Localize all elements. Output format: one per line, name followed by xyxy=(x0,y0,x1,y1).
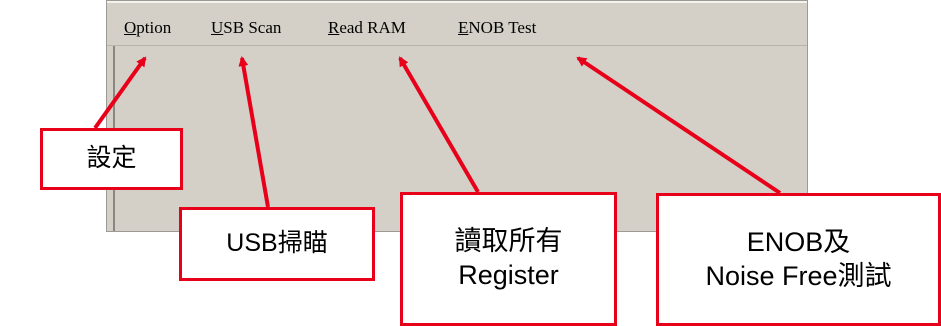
menu-enob-test-label: NOB Test xyxy=(468,18,537,37)
menu-enob-test[interactable]: ENOB Test xyxy=(458,18,536,38)
menu-read-ram-label: ead RAM xyxy=(339,18,406,37)
menu-read-ram[interactable]: Read RAM xyxy=(328,18,406,38)
callout-enob-test-line2: Noise Free測試 xyxy=(705,260,892,291)
callout-enob-test: ENOB及 Noise Free測試 xyxy=(656,193,941,326)
callout-option: 設定 xyxy=(40,128,183,190)
callout-usb-scan-text: USB掃瞄 xyxy=(226,229,328,258)
callout-read-ram-line2: Register xyxy=(458,260,559,290)
menu-read-ram-accel: R xyxy=(328,18,340,37)
callout-read-ram: 讀取所有 Register xyxy=(400,192,617,326)
callout-usb-scan: USB掃瞄 xyxy=(179,207,375,281)
menu-usb-scan-label: SB Scan xyxy=(223,18,282,37)
menu-usb-scan-accel: U xyxy=(211,18,224,37)
menu-enob-test-accel: E xyxy=(458,18,469,37)
menu-option-accel: O xyxy=(124,18,137,37)
callout-option-text: 設定 xyxy=(86,144,137,173)
callout-enob-test-line1: ENOB及 xyxy=(746,226,851,257)
callout-read-ram-line1: 讀取所有 xyxy=(454,226,563,257)
menu-bar: Option USB Scan Read RAM ENOB Test xyxy=(107,3,807,46)
menu-option-label: ption xyxy=(136,18,172,37)
menu-usb-scan[interactable]: USB Scan xyxy=(211,18,281,38)
menu-option[interactable]: Option xyxy=(124,18,171,38)
